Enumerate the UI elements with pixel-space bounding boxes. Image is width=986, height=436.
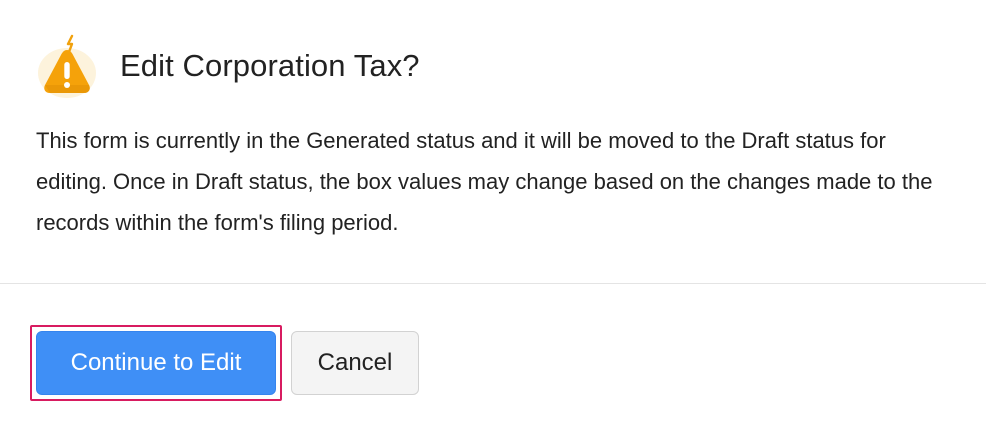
cancel-button[interactable]: Cancel [291,331,419,395]
warning-icon [38,34,96,98]
dialog-title: Edit Corporation Tax? [120,48,420,83]
edit-confirmation-dialog: Edit Corporation Tax? This form is curre… [0,0,986,436]
dialog-footer: Continue to Edit Cancel [30,325,419,401]
footer-divider [0,283,986,284]
continue-to-edit-button[interactable]: Continue to Edit [36,331,276,395]
dialog-message: This form is currently in the Generated … [36,128,933,235]
focus-ring: Continue to Edit [30,325,282,401]
dialog-header: Edit Corporation Tax? [36,28,420,104]
